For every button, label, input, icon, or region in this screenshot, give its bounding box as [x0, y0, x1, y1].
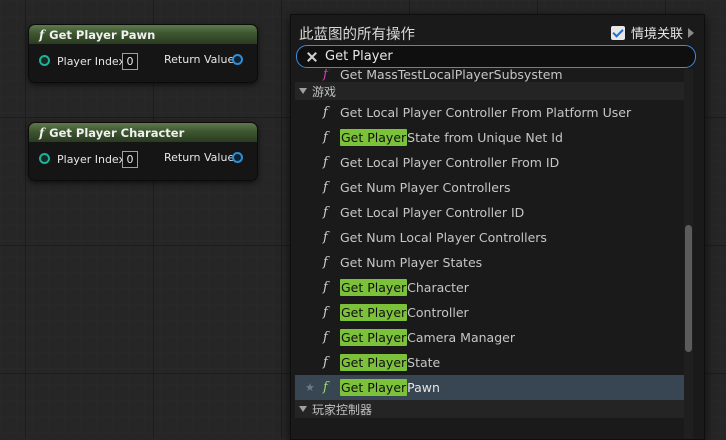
- function-icon: f: [323, 230, 328, 245]
- node-header[interactable]: f Get Player Character: [29, 123, 257, 142]
- list-item[interactable]: f Get Player State: [295, 350, 684, 375]
- match-highlight: Get Player: [340, 329, 408, 346]
- output-label: Return Value: [164, 151, 235, 164]
- param-label: Player Index: [57, 55, 126, 68]
- list-item[interactable]: f Get Player Camera Manager: [295, 325, 684, 350]
- player-index-field[interactable]: 0: [122, 151, 138, 168]
- context-sensitive-toggle[interactable]: 情境关联: [610, 23, 694, 42]
- item-label: Camera Manager: [407, 330, 515, 345]
- context-label: 情境关联: [630, 27, 683, 42]
- function-icon: f: [323, 180, 328, 195]
- list-item[interactable]: f Get Num Player States: [295, 250, 684, 275]
- input-pin-icon[interactable]: [39, 55, 50, 66]
- list-item[interactable]: f Get Num Player Controllers: [295, 175, 684, 200]
- scrollbar-thumb[interactable]: [685, 225, 692, 352]
- item-label: State from Unique Net Id: [407, 130, 563, 145]
- node-get-player-character[interactable]: f Get Player Character Player Index 0 Re…: [28, 122, 258, 181]
- action-menu: 此蓝图的所有操作 情境关联 f Get MassTestLocalPlayerS…: [290, 14, 705, 440]
- function-icon: f: [323, 105, 328, 120]
- menu-title: 此蓝图的所有操作: [299, 27, 415, 43]
- item-label: State: [407, 355, 441, 370]
- function-icon: f: [39, 125, 45, 140]
- list-item[interactable]: f Get Local Player Controller ID: [295, 200, 684, 225]
- function-icon: f: [323, 130, 328, 145]
- match-highlight: Get Player: [340, 304, 408, 321]
- search-box[interactable]: [296, 45, 696, 68]
- function-icon: f: [323, 255, 328, 270]
- match-highlight: Get Player: [340, 379, 408, 396]
- favorite-star-icon[interactable]: ★: [305, 381, 315, 394]
- item-label: Get Local Player Controller ID: [340, 205, 525, 220]
- list-item[interactable]: f Get Player State from Unique Net Id: [295, 125, 684, 150]
- action-list: f Get MassTestLocalPlayerSubsystem 游戏 fG…: [295, 69, 684, 439]
- item-label: Controller: [407, 305, 469, 320]
- list-item[interactable]: f Get Num Local Player Controllers: [295, 225, 684, 250]
- category-game[interactable]: 游戏: [295, 82, 684, 100]
- item-label: Character: [407, 280, 469, 295]
- function-icon: f: [323, 69, 328, 82]
- list-item[interactable]: f Get Player Controller: [295, 300, 684, 325]
- list-item[interactable]: f Get Local Player Controller From Platfo…: [295, 100, 684, 125]
- function-icon: f: [323, 305, 328, 320]
- category-label: 玩家控制器: [312, 402, 373, 417]
- function-icon: f: [323, 330, 328, 345]
- item-label: Get Num Player Controllers: [340, 180, 511, 195]
- category-player-controller[interactable]: 玩家控制器: [295, 400, 684, 418]
- match-highlight: Get Player: [340, 354, 408, 371]
- node-title: Get Player Character: [49, 125, 185, 140]
- chevron-down-icon[interactable]: [299, 88, 307, 94]
- item-label: Get Num Player States: [340, 255, 483, 270]
- input-pin-icon[interactable]: [39, 153, 50, 164]
- search-input[interactable]: [323, 48, 695, 65]
- match-highlight: Get Player: [340, 129, 408, 146]
- clear-search-icon[interactable]: [303, 47, 323, 67]
- node-get-player-pawn[interactable]: f Get Player Pawn Player Index 0 Return …: [28, 24, 258, 83]
- list-item-selected[interactable]: ★ f Get Player Pawn: [295, 375, 684, 400]
- output-label: Return Value: [164, 53, 235, 66]
- match-highlight: Get Player: [340, 279, 408, 296]
- output-pin-icon[interactable]: [232, 54, 243, 65]
- function-icon: f: [323, 380, 328, 395]
- item-label: Get Local Player Controller From ID: [340, 155, 560, 170]
- list-item[interactable]: f Get Local Player Controller From ID: [295, 150, 684, 175]
- list-item[interactable]: f Get Player Character: [295, 275, 684, 300]
- function-icon: f: [39, 27, 45, 42]
- function-icon: f: [323, 155, 328, 170]
- category-label: 游戏: [312, 84, 337, 99]
- checkbox-checked-icon[interactable]: [610, 25, 625, 40]
- item-label: Pawn: [407, 380, 440, 395]
- player-index-field[interactable]: 0: [122, 53, 138, 70]
- chevron-right-icon[interactable]: [688, 27, 694, 38]
- function-icon: f: [323, 280, 328, 295]
- item-label: Get Num Local Player Controllers: [340, 230, 547, 245]
- node-header[interactable]: f Get Player Pawn: [29, 25, 257, 44]
- item-label: Get Local Player Controller From Platfor…: [340, 105, 632, 120]
- node-title: Get Player Pawn: [49, 27, 156, 42]
- param-label: Player Index: [57, 153, 126, 166]
- list-item[interactable]: f Get MassTestLocalPlayerSubsystem: [295, 69, 684, 82]
- output-pin-icon[interactable]: [232, 152, 243, 163]
- function-icon: f: [323, 355, 328, 370]
- chevron-down-icon[interactable]: [299, 406, 307, 412]
- item-label: Get MassTestLocalPlayerSubsystem: [340, 69, 563, 82]
- function-icon: f: [323, 205, 328, 220]
